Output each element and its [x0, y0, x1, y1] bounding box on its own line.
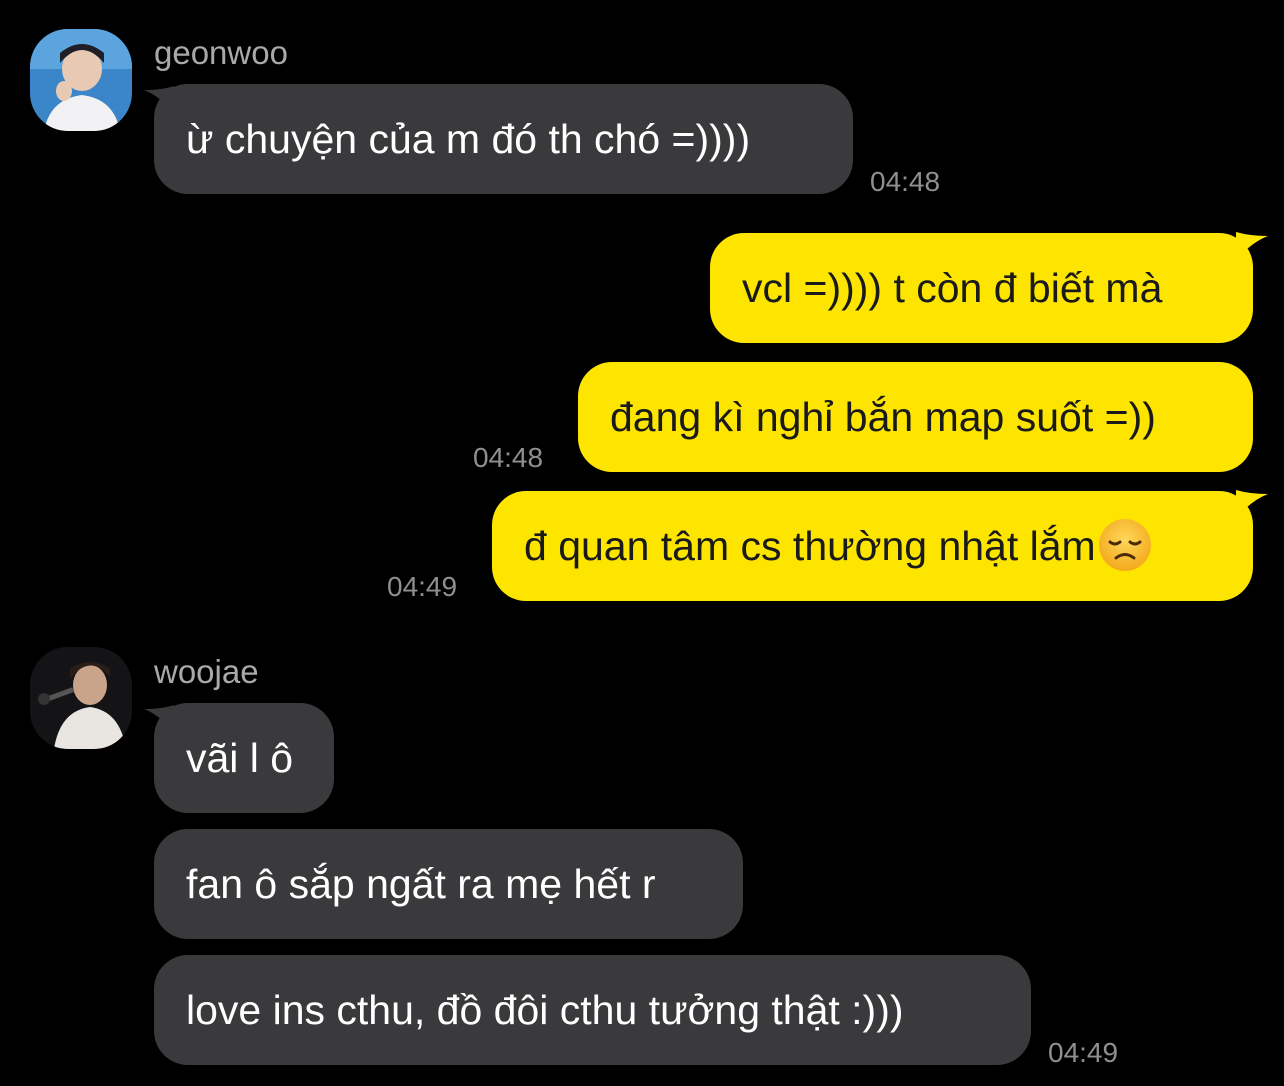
message-bubble[interactable]: đang kì nghỉ bắn map suốt =)) — [578, 362, 1253, 472]
message-timestamp: 04:48 — [870, 166, 941, 197]
disappointed-face-icon — [1098, 519, 1151, 572]
message-timestamp: 04:48 — [473, 442, 544, 473]
message-bubble[interactable]: ừ chuyện của m đó th chó =)))) — [154, 84, 853, 194]
message-bubble[interactable]: vcl =)))) t còn đ biết mà — [710, 233, 1253, 343]
sender-name: geonwoo — [154, 34, 288, 71]
avatar-woojae[interactable] — [30, 647, 132, 749]
avatar-geonwoo[interactable] — [30, 29, 132, 131]
message-text: đ quan tâm cs thường nhật lắm — [524, 523, 1096, 569]
message-bubble[interactable]: đ quan tâm cs thường nhật lắm — [492, 491, 1253, 601]
message-bubble[interactable]: fan ô sắp ngất ra mẹ hết r — [154, 829, 743, 939]
message-bubble[interactable]: love ins cthu, đồ đôi cthu tưởng thật :)… — [154, 955, 1031, 1065]
sender-name: woojae — [154, 653, 259, 690]
message-timestamp: 04:49 — [1048, 1037, 1119, 1068]
message-bubble[interactable]: vãi l ô — [154, 703, 334, 813]
message-timestamp: 04:49 — [387, 571, 458, 602]
chat-thread: geonwoo ừ chuyện của m đó th chó =)))) 0… — [0, 0, 1284, 1086]
